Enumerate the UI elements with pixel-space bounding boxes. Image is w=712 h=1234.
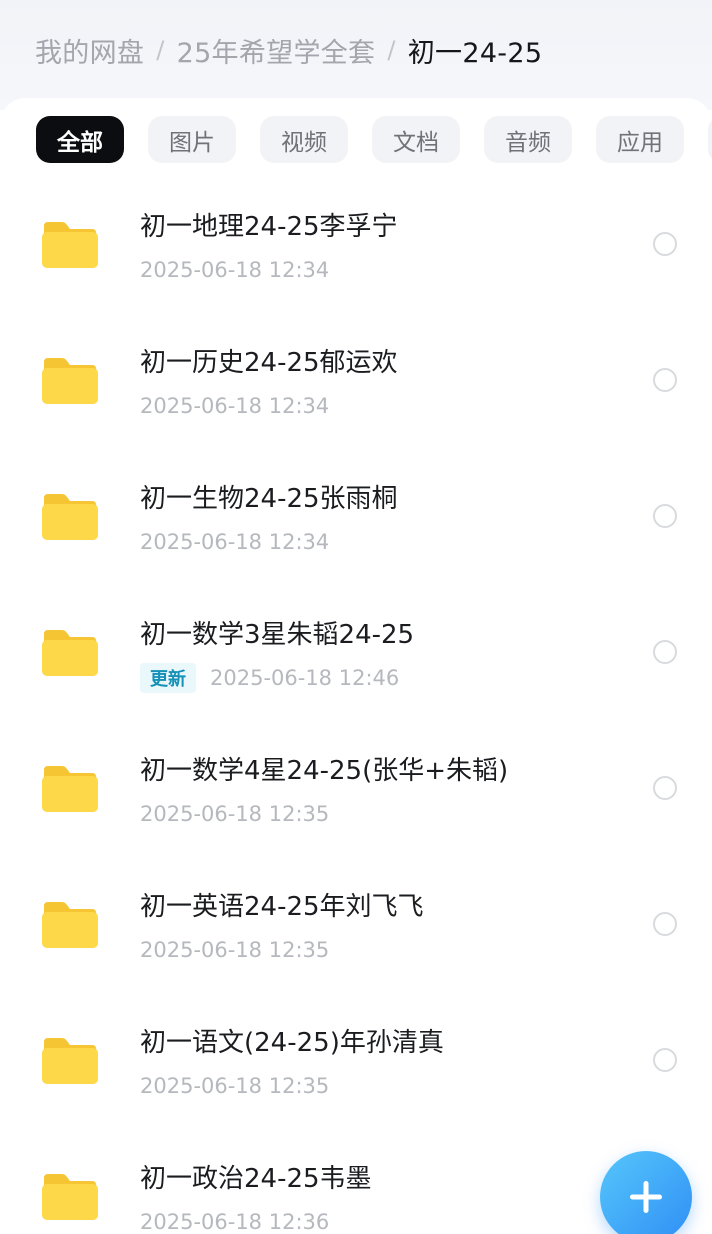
select-checkbox[interactable] <box>653 1048 677 1072</box>
folder-icon <box>42 494 98 540</box>
file-browser-screen: 我的网盘 / 25年希望学全套 / 初一24-25 全部 图片 视频 文档 音频… <box>0 0 712 1234</box>
file-name: 初一数学3星朱韬24-25 <box>140 619 415 650</box>
updated-badge: 更新 <box>140 663 196 693</box>
select-checkbox[interactable] <box>653 504 677 528</box>
tab-videos[interactable]: 视频 <box>260 116 348 163</box>
folder-icon <box>42 222 98 268</box>
file-meta: 更新 2025-06-18 12:46 <box>140 660 399 696</box>
breadcrumb-item-current: 初一24-25 <box>407 37 543 69</box>
select-checkbox[interactable] <box>653 640 677 664</box>
file-meta: 2025-06-18 12:34 <box>140 388 329 424</box>
file-name: 初一政治24-25韦墨 <box>140 1163 372 1194</box>
file-date: 2025-06-18 12:34 <box>140 394 330 418</box>
file-name: 初一数学4星24-25(张华+朱韬) <box>140 755 509 786</box>
breadcrumb-separator: / <box>156 36 165 64</box>
tab-apps[interactable]: 应用 <box>596 116 684 163</box>
file-meta: 2025-06-18 12:35 <box>140 796 329 832</box>
file-name: 初一生物24-25张雨桐 <box>140 483 398 514</box>
file-date: 2025-06-18 12:34 <box>140 530 330 554</box>
list-item[interactable]: 初一英语24-25年刘飞飞 2025-06-18 12:35 <box>0 856 712 992</box>
list-item[interactable]: 初一数学4星24-25(张华+朱韬) 2025-06-18 12:35 <box>0 720 712 856</box>
file-meta: 2025-06-18 12:35 <box>140 1068 329 1104</box>
tab-all[interactable]: 全部 <box>36 116 124 163</box>
file-date: 2025-06-18 12:34 <box>140 258 330 282</box>
tab-audio[interactable]: 音频 <box>484 116 572 163</box>
file-date: 2025-06-18 12:35 <box>140 938 330 962</box>
list-item[interactable]: 初一语文(24-25)年孙清真 2025-06-18 12:35 <box>0 992 712 1128</box>
select-checkbox[interactable] <box>653 232 677 256</box>
select-checkbox[interactable] <box>653 368 677 392</box>
file-date: 2025-06-18 12:36 <box>140 1210 330 1234</box>
file-meta: 2025-06-18 12:34 <box>140 252 329 288</box>
file-name: 初一历史24-25郁运欢 <box>140 347 398 378</box>
file-meta: 2025-06-18 12:35 <box>140 932 329 968</box>
breadcrumb-separator: / <box>387 36 396 64</box>
file-meta: 2025-06-18 12:36 <box>140 1204 329 1234</box>
file-type-tabs: 全部 图片 视频 文档 音频 应用 <box>0 116 712 164</box>
file-date: 2025-06-18 12:46 <box>210 666 400 690</box>
list-item[interactable]: 初一生物24-25张雨桐 2025-06-18 12:34 <box>0 448 712 584</box>
plus-icon <box>630 1181 662 1213</box>
list-item[interactable]: 初一地理24-25李孚宁 2025-06-18 12:34 <box>0 176 712 312</box>
folder-icon <box>42 1174 98 1220</box>
folder-icon <box>42 766 98 812</box>
file-date: 2025-06-18 12:35 <box>140 802 330 826</box>
tab-more[interactable] <box>708 116 712 163</box>
file-name: 初一语文(24-25)年孙清真 <box>140 1027 444 1058</box>
add-button[interactable] <box>600 1151 692 1234</box>
list-item[interactable]: 初一历史24-25郁运欢 2025-06-18 12:34 <box>0 312 712 448</box>
file-meta: 2025-06-18 12:34 <box>140 524 329 560</box>
list-item[interactable]: 初一数学3星朱韬24-25 更新 2025-06-18 12:46 <box>0 584 712 720</box>
breadcrumb-item-root[interactable]: 我的网盘 <box>35 31 144 70</box>
folder-icon <box>42 1038 98 1084</box>
select-checkbox[interactable] <box>653 912 677 936</box>
tab-documents[interactable]: 文档 <box>372 116 460 163</box>
folder-icon <box>42 630 98 676</box>
folder-icon <box>42 358 98 404</box>
file-name: 初一英语24-25年刘飞飞 <box>140 891 424 922</box>
breadcrumb: 我的网盘 / 25年希望学全套 / 初一24-25 <box>35 30 542 70</box>
folder-icon <box>42 902 98 948</box>
select-checkbox[interactable] <box>653 776 677 800</box>
tab-images[interactable]: 图片 <box>148 116 236 163</box>
file-date: 2025-06-18 12:35 <box>140 1074 330 1098</box>
file-name: 初一地理24-25李孚宁 <box>140 211 398 242</box>
breadcrumb-item-parent[interactable]: 25年希望学全套 <box>177 31 376 70</box>
